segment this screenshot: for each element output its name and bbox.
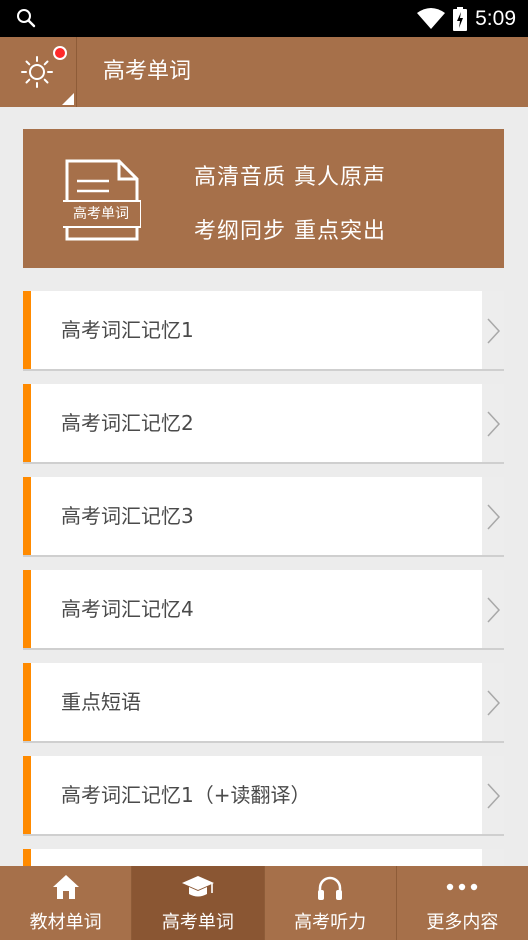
tab-gaokao-listening[interactable]: 高考听力 xyxy=(265,866,397,940)
document-icon xyxy=(63,159,141,241)
document-label: 高考单词 xyxy=(73,206,129,222)
tab-label: 高考听力 xyxy=(294,912,367,933)
tab-textbook-words[interactable]: 教材单词 xyxy=(0,866,133,940)
notification-badge xyxy=(53,46,67,60)
list-item-label: 高考词汇记忆1（+读翻译） xyxy=(61,783,311,807)
tab-gaokao-words[interactable]: 高考单词 xyxy=(132,866,265,940)
search-icon[interactable] xyxy=(16,8,36,28)
chevron-right-icon xyxy=(482,756,504,834)
list-item-label: 高考词汇记忆1 xyxy=(61,318,194,342)
tab-label: 高考单词 xyxy=(161,912,234,933)
more-dots-icon xyxy=(447,883,478,891)
list-item[interactable]: 高考词汇记忆1 xyxy=(23,291,504,369)
lesson-list: 高考词汇记忆1 高考词汇记忆2 高考词汇记忆3 高考词汇记忆4 重点短语 高考词… xyxy=(23,291,504,927)
list-item[interactable]: 高考词汇记忆2 xyxy=(23,384,504,462)
banner-line-2: 考纲同步 重点突出 xyxy=(194,219,386,244)
promo-banner: 高考单词 高清音质 真人原声 考纲同步 重点突出 xyxy=(23,129,504,268)
app-bar: 高考单词 xyxy=(0,37,528,107)
tab-label: 教材单词 xyxy=(29,912,102,933)
status-time: 5:09 xyxy=(475,7,516,30)
tab-more[interactable]: 更多内容 xyxy=(397,866,528,940)
chevron-right-icon xyxy=(482,291,504,369)
list-item-label: 高考词汇记忆2 xyxy=(61,411,194,435)
banner-line-1: 高清音质 真人原声 xyxy=(194,165,386,190)
list-item[interactable]: 高考词汇记忆3 xyxy=(23,477,504,555)
page-title: 高考单词 xyxy=(103,59,192,84)
chevron-right-icon xyxy=(482,663,504,741)
list-item[interactable]: 重点短语 xyxy=(23,663,504,741)
bottom-nav: 教材单词 高考单词 高考听力 更多内容 xyxy=(0,866,528,940)
graduation-cap-icon xyxy=(181,876,214,897)
headphones-icon xyxy=(318,876,343,900)
tab-label: 更多内容 xyxy=(426,912,499,933)
chevron-right-icon xyxy=(482,384,504,462)
status-bar: 5:09 xyxy=(0,0,528,37)
wifi-icon xyxy=(417,8,446,29)
chevron-right-icon xyxy=(482,477,504,555)
home-icon xyxy=(52,875,79,899)
battery-icon xyxy=(453,7,468,31)
settings-button[interactable] xyxy=(0,37,77,107)
chevron-right-icon xyxy=(482,570,504,648)
list-item-label: 重点短语 xyxy=(61,690,141,714)
list-item-label: 高考词汇记忆3 xyxy=(61,504,194,528)
corner-indicator xyxy=(62,93,74,105)
list-item[interactable]: 高考词汇记忆1（+读翻译） xyxy=(23,756,504,834)
list-item-label: 高考词汇记忆4 xyxy=(61,597,194,621)
list-item[interactable]: 高考词汇记忆4 xyxy=(23,570,504,648)
